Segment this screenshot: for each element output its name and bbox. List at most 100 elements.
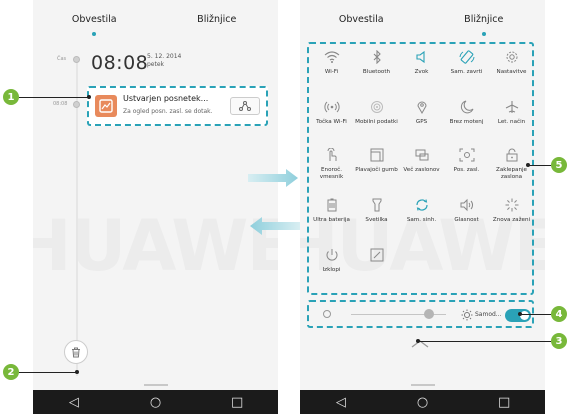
notification-title: Ustvarjen posnetek... (123, 94, 209, 103)
volume-icon (460, 198, 473, 212)
do-not-disturb-icon (460, 100, 473, 114)
callout-5-leader-end (526, 163, 530, 167)
toggle-bluetooth[interactable]: Bluetooth (354, 50, 399, 76)
callout-3: 3 (551, 333, 567, 349)
notification-card[interactable]: Ustvarjen posnetek... Za ogled posn. zas… (87, 86, 268, 126)
toggle-do-not-disturb[interactable]: Brez motenj (444, 100, 489, 126)
callout-2-leader (19, 372, 77, 373)
callout-1: 1 (3, 89, 19, 105)
toggle-hotspot[interactable]: Točka Wi-Fi (309, 100, 354, 126)
share-icon (239, 101, 251, 111)
callout-5-leader (528, 165, 551, 166)
back-icon[interactable]: ◁ (326, 395, 356, 410)
share-button[interactable] (230, 97, 260, 115)
home-icon[interactable]: ○ (140, 395, 170, 410)
screenshot-icon (95, 95, 117, 117)
toggle-volume[interactable]: Glasnost (444, 198, 489, 224)
toggle-wifi[interactable]: Wi-Fi (309, 50, 354, 76)
toggle-power-off[interactable]: Izklopi (309, 248, 354, 274)
clear-notifications-button[interactable] (64, 340, 88, 364)
toggle-airplane[interactable]: Let. način (489, 100, 534, 126)
callout-2: 2 (3, 364, 19, 380)
callout-1-leader (19, 97, 89, 98)
mobile-data-icon (370, 101, 383, 113)
tab-bar: Obvestila Bližnjice (33, 10, 278, 38)
wifi-icon (324, 51, 339, 63)
clock-time: 08:08 (91, 52, 149, 74)
toggle-restart[interactable]: Znova zaženi (489, 198, 534, 224)
callout-4: 4 (551, 306, 567, 322)
toggle-one-hand[interactable]: Enoroč. vmesnik (309, 148, 354, 180)
shortcut-toggles-panel: Wi-Fi Bluetooth Zvok Sam. zavrti Nastavi… (307, 42, 534, 295)
swipe-right-arrow-icon (248, 169, 298, 187)
settings-icon (506, 51, 517, 63)
floating-button-icon (370, 148, 383, 162)
callout-4-leader (520, 314, 551, 315)
tab-notifications[interactable]: Obvestila (300, 10, 423, 38)
toggle-floating-button[interactable]: Plavajoči gumb (354, 148, 399, 174)
hotspot-icon (323, 101, 340, 113)
toggle-flashlight[interactable]: Svetilka (354, 198, 399, 224)
tab-bar: Obvestila Bližnjice (300, 10, 545, 38)
brightness-slider-thumb[interactable] (423, 309, 434, 319)
multi-screen-icon (415, 149, 428, 161)
callout-2-leader-end (75, 370, 79, 374)
callout-1-leader-end (87, 95, 91, 99)
toggle-mobile-data[interactable]: Mobilni podatki (354, 100, 399, 126)
bluetooth-icon (373, 50, 381, 64)
swipe-left-arrow-icon (250, 217, 300, 235)
toggle-settings[interactable]: Nastavitve (489, 50, 534, 76)
auto-brightness-label: Samod... (475, 311, 502, 318)
toggle-screenshot[interactable]: Pos. zasl. (444, 148, 489, 174)
edit-toggles-button[interactable] (354, 248, 399, 267)
tab-shortcuts[interactable]: Bližnjice (156, 10, 279, 38)
toggle-ultra-battery[interactable]: Ultra baterija (309, 198, 354, 224)
toggle-multi-screen[interactable]: Več zaslonov (399, 148, 444, 174)
airplane-icon (505, 101, 518, 113)
timeline-time-label: 08:08 (53, 101, 68, 107)
timeline-dot (73, 101, 80, 108)
flashlight-icon (372, 198, 381, 212)
auto-brightness-icon (461, 309, 473, 321)
timeline-dot (73, 56, 80, 63)
clock-date: 5. 12. 2014 petek (147, 53, 182, 68)
sound-icon (415, 50, 425, 64)
power-icon (326, 249, 337, 261)
restart-icon (505, 198, 518, 212)
navigation-bar: ◁ ○ □ (300, 390, 545, 414)
recent-apps-icon[interactable]: □ (489, 395, 519, 410)
callout-3-leader-end (416, 339, 420, 343)
brightness-low-icon (323, 310, 331, 318)
toggle-auto-sync[interactable]: Sam. sinh. (399, 198, 444, 224)
toggle-auto-rotate[interactable]: Sam. zavrti (444, 50, 489, 76)
active-tab-indicator (481, 32, 486, 36)
edit-icon (370, 248, 383, 262)
auto-rotate-icon (459, 50, 474, 64)
recent-apps-icon[interactable]: □ (222, 395, 252, 410)
toggle-sound[interactable]: Zvok (399, 50, 444, 76)
watermark: HUAWEI (33, 205, 278, 287)
active-tab-indicator (92, 32, 97, 36)
screenshot-icon (459, 148, 474, 162)
tab-notifications[interactable]: Obvestila (33, 10, 156, 38)
callout-4-leader-end (518, 312, 522, 316)
notification-subtitle: Za ogled posn. zasl. se dotak. (123, 108, 213, 115)
lock-screen-icon (506, 148, 517, 162)
drag-handle[interactable] (143, 384, 168, 386)
callout-3-leader (418, 341, 551, 342)
brightness-panel: Samod... (307, 300, 534, 328)
one-hand-icon (327, 148, 337, 161)
navigation-bar: ◁ ○ □ (33, 390, 278, 414)
drag-handle[interactable] (410, 384, 435, 386)
back-icon[interactable]: ◁ (59, 395, 89, 410)
battery-icon (327, 198, 336, 212)
toggle-gps[interactable]: GPS (399, 100, 444, 126)
timeline-now-label: Čas (57, 56, 67, 62)
sync-icon (415, 199, 428, 211)
shortcuts-screen: HUAWEI Obvestila Bližnjice Wi-Fi Bluetoo… (300, 0, 545, 414)
home-icon[interactable]: ○ (407, 395, 437, 410)
tab-shortcuts[interactable]: Bližnjice (423, 10, 546, 38)
callout-5: 5 (551, 157, 567, 173)
notifications-screen: HUAWEI Obvestila Bližnjice Čas 08:08 08:… (33, 0, 278, 414)
trash-icon (72, 347, 80, 357)
